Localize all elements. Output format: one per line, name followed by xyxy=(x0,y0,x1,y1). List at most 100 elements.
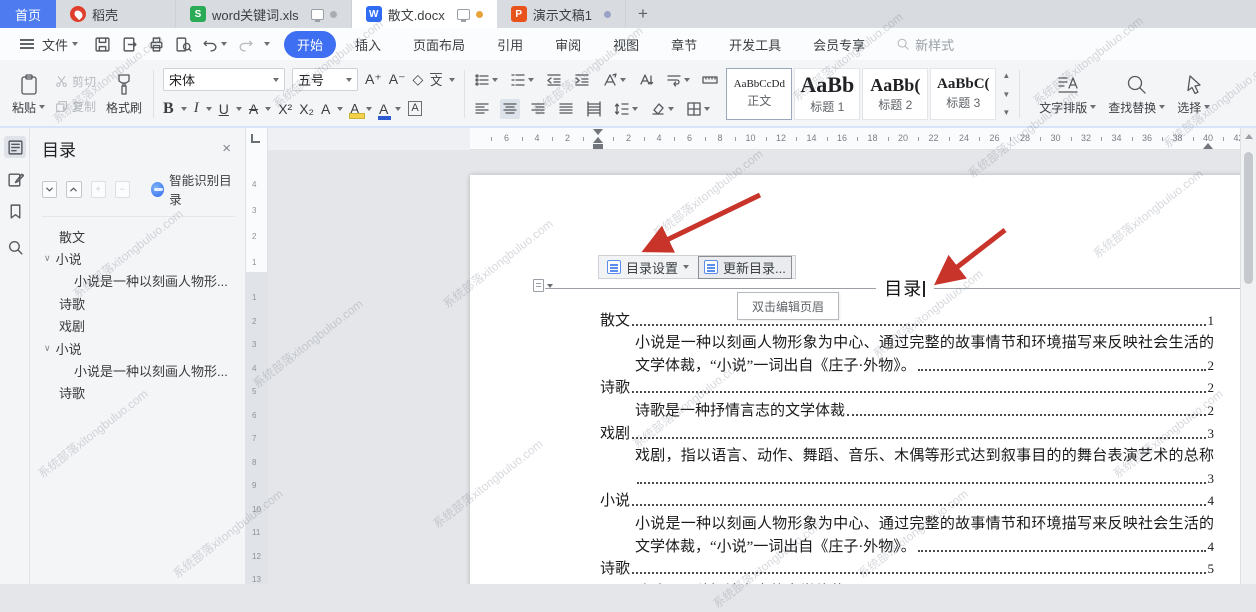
change-case-button[interactable]: A xyxy=(321,101,330,117)
document-tab-3[interactable]: W散文.docx xyxy=(352,0,497,28)
smart-toc-button[interactable]: 智能识别目录 xyxy=(151,170,235,208)
file-menu-button[interactable]: 文件 xyxy=(10,32,84,57)
redo-button[interactable] xyxy=(237,36,254,53)
right-indent-marker[interactable] xyxy=(1203,141,1213,149)
font-name-combobox[interactable]: 宋体 xyxy=(163,68,285,91)
hanging-indent-marker[interactable] xyxy=(593,137,603,143)
document-tab-2[interactable]: Sword关键词.xls xyxy=(176,0,352,28)
indent-markers[interactable] xyxy=(591,129,605,149)
text-effects-button[interactable] xyxy=(600,70,628,90)
pinyin-guide-button[interactable]: 文 xyxy=(430,73,442,87)
styles-up-icon[interactable]: ▲ xyxy=(1002,71,1010,80)
bookmark-pane-icon[interactable] xyxy=(4,200,26,222)
save-button[interactable] xyxy=(94,36,111,53)
line-spacing-button[interactable] xyxy=(612,99,640,119)
first-line-indent-marker[interactable] xyxy=(593,129,603,135)
bold-button[interactable]: B xyxy=(163,100,174,118)
toc-next-button[interactable] xyxy=(42,181,57,198)
toc-entry-row[interactable]: 文学体裁，“小说”一词出自《庄子·外物》。2 xyxy=(600,352,1214,375)
toc-expand-button[interactable]: + xyxy=(91,181,106,198)
toc-tree-item[interactable]: 诗歌 xyxy=(30,382,245,404)
toc-prev-button[interactable] xyxy=(66,181,81,198)
review-pane-icon[interactable] xyxy=(4,168,26,190)
paste-dropdown-icon[interactable] xyxy=(39,105,45,109)
ribbon-tab-插入[interactable]: 插入 xyxy=(342,31,394,58)
pinyin-dropdown-icon[interactable] xyxy=(449,78,455,82)
tree-chevron-icon[interactable]: ∨ xyxy=(44,343,51,354)
find-replace-button[interactable]: 查找替换 xyxy=(1102,64,1171,124)
toc-entry-row[interactable]: 文学体裁，“小说”一词出自《庄子·外物》。4 xyxy=(600,533,1214,556)
toc-entry-row[interactable]: 戏剧3 xyxy=(600,420,1214,443)
decrease-indent-button[interactable] xyxy=(544,70,564,90)
toc-tree-item[interactable]: 小说是一种以刻画人物形... xyxy=(30,270,245,292)
scroll-up-icon[interactable] xyxy=(1245,134,1253,139)
toc-tree-item[interactable]: 散文 xyxy=(30,225,245,247)
clear-format-button[interactable]: ◇ xyxy=(413,71,424,88)
align-right-button[interactable] xyxy=(528,99,548,119)
toc-tree-item[interactable]: 小说是一种以刻画人物形... xyxy=(30,359,245,381)
highlight-button[interactable]: A xyxy=(350,101,359,116)
toc-field-button[interactable] xyxy=(533,279,553,292)
ribbon-tab-会员专享[interactable]: 会员专享 xyxy=(800,31,878,58)
toc-settings-button[interactable]: 目录设置 xyxy=(602,257,694,278)
close-sidebar-icon[interactable]: × xyxy=(218,140,235,157)
vertical-scrollbar[interactable] xyxy=(1240,128,1256,584)
strikethrough-button[interactable]: A xyxy=(249,101,258,117)
toc-pane-icon[interactable] xyxy=(4,136,26,158)
style-card-正文[interactable]: AaBbCcDd正文 xyxy=(726,68,792,120)
toc-entry-row[interactable]: 诗歌是一种抒情言志的文学体裁2 xyxy=(600,397,1214,420)
toc-entry-row[interactable]: 小说是一种以刻画人物形象为中心、通过完整的故事情节和环境描写来反映社会生活的 xyxy=(600,330,1214,353)
ribbon-tab-开发工具[interactable]: 开发工具 xyxy=(716,31,794,58)
wrap-button[interactable] xyxy=(664,70,692,90)
align-left-button[interactable] xyxy=(472,99,492,119)
underline-button[interactable]: U xyxy=(219,101,229,117)
style-card-标题 2[interactable]: AaBb(标题 2 xyxy=(862,68,928,120)
ribbon-tab-页面布局[interactable]: 页面布局 xyxy=(400,31,478,58)
ribbon-tab-审阅[interactable]: 审阅 xyxy=(542,31,594,58)
ribbon-tab-开始[interactable]: 开始 xyxy=(284,31,336,58)
format-painter-button[interactable]: 格式刷 xyxy=(100,64,148,124)
new-style-search[interactable]: 新样式 xyxy=(896,35,954,54)
justify-button[interactable] xyxy=(556,99,576,119)
toc-tree-item[interactable]: 诗歌 xyxy=(30,292,245,314)
toc-tree-item[interactable]: ∨小说 xyxy=(30,247,245,269)
export-button[interactable] xyxy=(121,36,138,53)
cut-button[interactable]: 剪切 xyxy=(55,73,96,90)
numbered-list-button[interactable] xyxy=(508,70,536,90)
home-tab[interactable]: 首页 xyxy=(0,0,56,28)
left-indent-marker[interactable] xyxy=(593,144,603,149)
ribbon-tab-引用[interactable]: 引用 xyxy=(484,31,536,58)
align-center-button[interactable] xyxy=(500,99,520,119)
toc-entry-row[interactable]: 诗歌5 xyxy=(600,556,1214,579)
document-tab-4[interactable]: P演示文稿1 xyxy=(497,0,626,28)
paste-button[interactable]: 粘贴 xyxy=(6,64,51,124)
copy-button[interactable]: 复制 xyxy=(55,98,96,115)
grow-font-button[interactable]: A⁺ xyxy=(365,71,382,88)
scrollbar-thumb[interactable] xyxy=(1244,152,1253,284)
subscript-button[interactable]: X₂ xyxy=(299,101,314,117)
toc-collapse-button[interactable]: − xyxy=(115,181,130,198)
document-tab-1[interactable]: 稻壳 xyxy=(56,0,176,28)
toc-entry-row[interactable]: 3 xyxy=(600,465,1214,488)
underline-button-dropdown-icon[interactable] xyxy=(236,107,242,111)
superscript-button[interactable]: X² xyxy=(278,101,292,117)
customize-quickbar-icon[interactable] xyxy=(264,42,270,46)
print-preview-button[interactable] xyxy=(175,36,192,53)
undo-button[interactable] xyxy=(202,36,227,53)
search-pane-icon[interactable] xyxy=(4,236,26,258)
styles-more-icon[interactable]: ▼ xyxy=(1002,108,1010,117)
tree-chevron-icon[interactable]: ∨ xyxy=(44,253,51,264)
print-button[interactable] xyxy=(148,36,165,53)
tab-stop-selector[interactable] xyxy=(251,134,260,143)
toc-tree-item[interactable]: 戏剧 xyxy=(30,315,245,337)
text-layout-button[interactable]: 文字排版 xyxy=(1033,64,1102,124)
highlight-button-dropdown-icon[interactable] xyxy=(366,107,372,111)
font-color-button[interactable]: A xyxy=(379,101,388,117)
toc-entry-row[interactable]: 戏剧，指以语言、动作、舞蹈、音乐、木偶等形式达到叙事目的的舞台表演艺术的总称 xyxy=(600,443,1214,466)
undo-dropdown-icon[interactable] xyxy=(221,42,227,46)
tab-ruler-button[interactable] xyxy=(700,70,720,90)
bullet-list-button[interactable] xyxy=(472,70,500,90)
font-color-button-dropdown-icon[interactable] xyxy=(395,107,401,111)
character-scale-button[interactable] xyxy=(636,70,656,90)
toc-entry-row[interactable]: 小说4 xyxy=(600,488,1214,511)
